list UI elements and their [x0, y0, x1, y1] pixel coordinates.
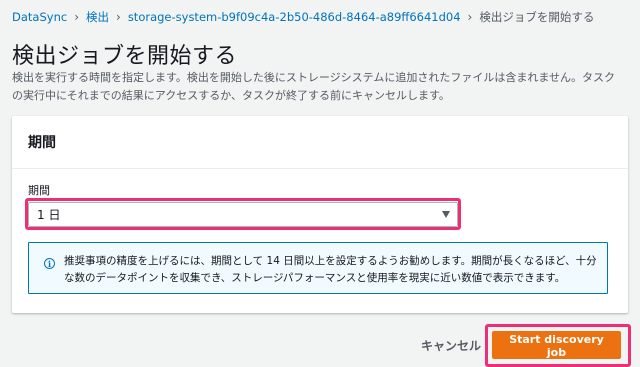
- panel-header: 期間: [12, 116, 628, 169]
- duration-label: 期間: [28, 184, 50, 197]
- cancel-button[interactable]: キャンセル: [415, 333, 487, 358]
- page-description: 検出を実行する時間を指定します。検出を開始した後にストレージシステムに追加された…: [12, 71, 616, 102]
- info-icon: i: [44, 258, 55, 269]
- info-text: 推奨事項の精度を上げるには、期間として 14 日間以上を設定するようお勧めします…: [64, 255, 597, 284]
- page-title: 検出ジョブを開始する: [12, 44, 238, 69]
- breadcrumb: DataSync › 検出 › storage-system-b9f09c4a-…: [12, 9, 636, 25]
- duration-panel: 期間 期間 1 日 i 推奨事項の精度を上げるには、期間として 14 日間以上を…: [12, 116, 628, 313]
- duration-select[interactable]: 1 日: [28, 202, 458, 227]
- chevron-right-icon: ›: [467, 10, 473, 24]
- duration-select-value: 1 日: [37, 208, 61, 222]
- caret-down-icon: [442, 211, 450, 218]
- breadcrumb-discovery-link[interactable]: 検出: [86, 9, 109, 25]
- breadcrumb-storage-system-link[interactable]: storage-system-b9f09c4a-2b50-486d-8464-a…: [128, 10, 461, 24]
- breadcrumb-datasync-link[interactable]: DataSync: [12, 10, 67, 24]
- start-discovery-job-button[interactable]: Start discovery job: [492, 331, 621, 359]
- breadcrumb-current: 検出ジョブを開始する: [479, 10, 595, 24]
- chevron-right-icon: ›: [74, 10, 79, 24]
- info-alert: i 推奨事項の精度を上げるには、期間として 14 日間以上を設定するようお勧めし…: [28, 242, 608, 294]
- panel-title: 期間: [28, 135, 56, 151]
- chevron-right-icon: ›: [116, 10, 121, 24]
